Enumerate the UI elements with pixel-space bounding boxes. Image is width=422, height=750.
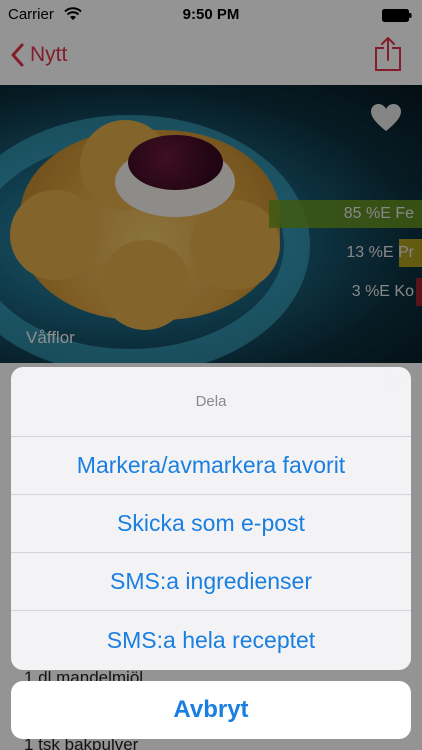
sms-ingredients-button[interactable]: SMS:a ingredienser <box>11 553 411 611</box>
cancel-button[interactable]: Avbryt <box>11 681 411 739</box>
share-action-sheet: Dela Markera/avmarkera favorit Skicka so… <box>11 367 411 670</box>
sms-full-recipe-button[interactable]: SMS:a hela receptet <box>11 611 411 669</box>
action-sheet-title: Dela <box>11 367 411 437</box>
send-email-button[interactable]: Skicka som e-post <box>11 495 411 553</box>
toggle-favorite-button[interactable]: Markera/avmarkera favorit <box>11 437 411 495</box>
